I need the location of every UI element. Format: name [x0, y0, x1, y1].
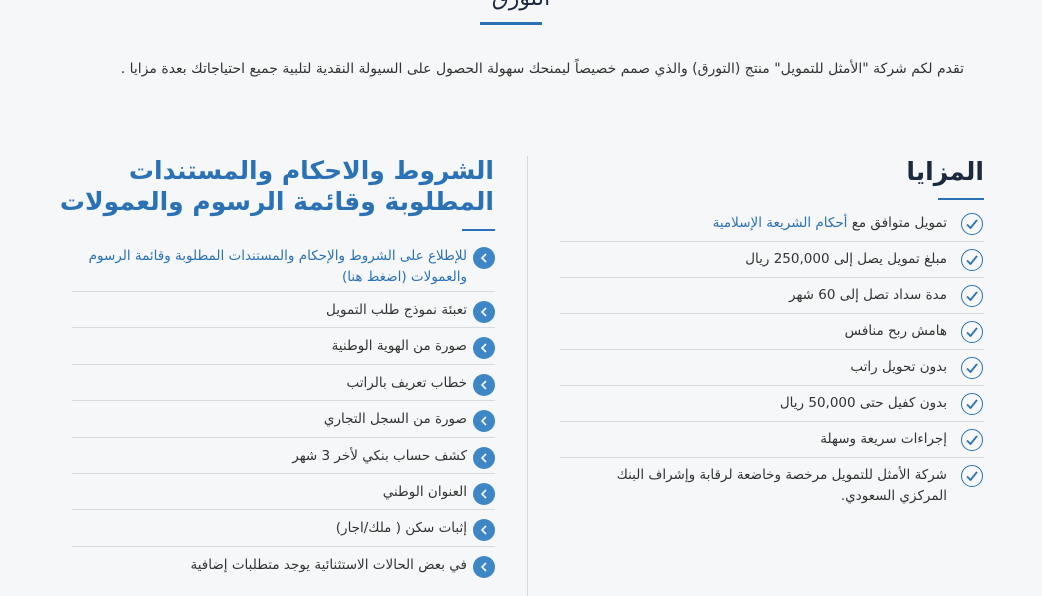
- chevron-left-circle-icon: [473, 410, 495, 433]
- feature-item: شركة الأمثل للتمويل مرخصة وخاضعة لرقابة …: [560, 458, 984, 518]
- feature-item-prefix: تمويل متوافق مع: [847, 215, 947, 231]
- check-circle-icon: [961, 213, 983, 235]
- feature-item: بدون كفيل حتى 50,000 ريال: [560, 386, 984, 422]
- page-title: التورق: [0, 0, 1042, 14]
- feature-item-text: بدون تحويل راتب: [850, 359, 947, 375]
- feature-item: مبلغ تمويل يصل إلى 250,000 ريال: [560, 242, 984, 278]
- terms-document-link[interactable]: للإطلاع على الشروط والإحكام والمستندات ا…: [72, 246, 467, 288]
- features-heading: المزايا: [906, 157, 984, 186]
- terms-item: صورة من الهوية الوطنية: [72, 328, 495, 365]
- feature-item-text: بدون كفيل حتى 50,000 ريال: [779, 395, 947, 411]
- terms-item: تعبئة نموذج طلب التمويل: [72, 292, 495, 329]
- terms-link-item[interactable]: للإطلاع على الشروط والإحكام والمستندات ا…: [72, 238, 495, 292]
- intro-paragraph: تقدم لكم شركة "الأمثل للتمويل" منتج (الت…: [120, 61, 964, 77]
- terms-item-text: تعبئة نموذج طلب التمويل: [326, 302, 467, 318]
- chevron-left-circle-icon: [473, 337, 495, 360]
- terms-item-text: في بعض الحالات الاستثنائية يوجد متطلبات …: [190, 556, 467, 573]
- terms-heading: الشروط والاحكام والمستندات المطلوبة وقائ…: [59, 156, 494, 216]
- terms-item: إثبات سكن ( ملك/اجار): [72, 510, 495, 547]
- chevron-left-circle-icon: [473, 301, 495, 323]
- feature-item: تمويل متوافق مع أحكام الشريعة الإسلامية: [560, 206, 984, 242]
- terms-item: العنوان الوطني: [72, 474, 495, 511]
- features-heading-underline: [938, 198, 984, 200]
- chevron-left-circle-icon: [473, 482, 495, 505]
- chevron-left-circle-icon: [473, 446, 495, 469]
- chevron-left-circle-icon: [473, 247, 495, 269]
- chevron-left-circle-icon: [473, 373, 495, 396]
- check-circle-icon: [961, 249, 983, 271]
- terms-item: في بعض الحالات الاستثنائية يوجد متطلبات …: [72, 547, 495, 583]
- title-underline: [480, 22, 542, 25]
- terms-item-text: إثبات سكن ( ملك/اجار): [335, 520, 467, 537]
- terms-item-text: العنوان الوطني: [382, 483, 467, 500]
- chevron-left-circle-icon: [473, 519, 495, 542]
- feature-item: إجراءات سريعة وسهلة: [560, 422, 984, 458]
- terms-item-text: خطاب تعريف بالراتب: [346, 374, 467, 391]
- terms-heading-underline: [462, 229, 495, 231]
- terms-list: للإطلاع على الشروط والإحكام والمستندات ا…: [72, 238, 495, 583]
- chevron-left-circle-icon: [473, 555, 495, 578]
- check-circle-icon: [961, 357, 983, 379]
- feature-item-text: مبلغ تمويل يصل إلى 250,000 ريال: [745, 251, 947, 267]
- feature-item: هامش ربح منافس: [560, 314, 984, 350]
- check-circle-icon: [961, 321, 983, 343]
- feature-item-text: هامش ربح منافس: [844, 323, 947, 339]
- feature-item-text: إجراءات سريعة وسهلة: [820, 431, 947, 447]
- sharia-rules-link[interactable]: أحكام الشريعة الإسلامية: [713, 215, 848, 231]
- feature-item-text: تمويل متوافق مع أحكام الشريعة الإسلامية: [560, 213, 947, 234]
- check-circle-icon: [961, 465, 983, 487]
- feature-item-text: شركة الأمثل للتمويل مرخصة وخاضعة لرقابة …: [616, 467, 947, 504]
- features-list: تمويل متوافق مع أحكام الشريعة الإسلامية …: [560, 206, 984, 518]
- feature-item: بدون تحويل راتب: [560, 350, 984, 386]
- terms-item: صورة من السجل التجاري: [72, 401, 495, 438]
- terms-item: خطاب تعريف بالراتب: [72, 365, 495, 402]
- terms-item-text: صورة من الهوية الوطنية: [331, 338, 467, 355]
- check-circle-icon: [961, 429, 983, 451]
- column-divider: [527, 156, 528, 596]
- terms-item-text: صورة من السجل التجاري: [323, 411, 467, 428]
- terms-item-text: كشف حساب بنكي لأخر 3 شهر: [292, 447, 467, 464]
- feature-item: مدة سداد تصل إلى 60 شهر: [560, 278, 984, 314]
- check-circle-icon: [961, 393, 983, 415]
- feature-item-text: مدة سداد تصل إلى 60 شهر: [789, 287, 947, 303]
- terms-item: كشف حساب بنكي لأخر 3 شهر: [72, 438, 495, 474]
- check-circle-icon: [961, 285, 983, 307]
